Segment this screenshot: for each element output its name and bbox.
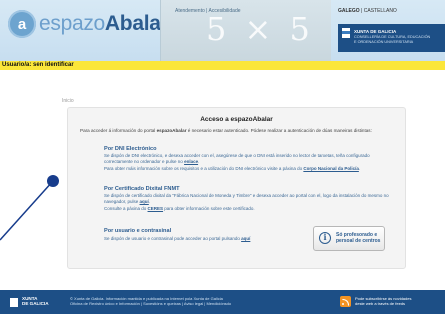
logo-light-text: espazo bbox=[39, 12, 105, 35]
fnmt-section-title: Por Certificado Dixital FNMT bbox=[104, 186, 180, 192]
footer-xunta-line2: DE GALICIA bbox=[22, 301, 49, 306]
language-switcher: GALEGO | CASTELLANO bbox=[338, 8, 397, 14]
fnmt-text-b: . bbox=[148, 199, 151, 204]
dni-text-a: Se dispón de DNI electrónico, e desexa a… bbox=[104, 153, 370, 164]
top-nav-links[interactable]: Atendemento | Accesibilidade bbox=[175, 8, 241, 14]
espazoabalar-logo[interactable]: a espazoAbalar bbox=[8, 10, 169, 38]
lang-galego[interactable]: GALEGO bbox=[338, 8, 360, 14]
ceres-link[interactable]: CERES bbox=[148, 206, 164, 211]
user-text-a: Se dispón de usuario e contrasinal pode … bbox=[104, 236, 242, 241]
user-status-bar: Usuario/a: sen identificar bbox=[0, 61, 445, 70]
dni-more-text: Para obter máis información sobre os req… bbox=[104, 166, 389, 172]
info-icon: i bbox=[319, 232, 331, 244]
login-panel: Acceso a espazoAbalar Para acceder á inf… bbox=[67, 107, 406, 269]
intro-portal-name: espazoAbalar bbox=[156, 128, 187, 133]
logo-bold-text: Abalar bbox=[104, 12, 169, 35]
policia-link[interactable]: Corpo Nacional da Policía bbox=[303, 166, 359, 171]
logo-badge-letter: a bbox=[17, 15, 27, 33]
fnmt-section-text: Se dispón de certificado dixital da "Fáb… bbox=[104, 193, 389, 205]
rss-line2: deste web a través de feeds bbox=[355, 301, 406, 306]
panel-title: Acceso a espazoAbalar bbox=[200, 116, 273, 123]
user-section-title: Por usuario e contrasinal bbox=[104, 228, 172, 234]
xunta-department-line2: E ORDENACIÓN UNIVERSITARIA bbox=[354, 40, 414, 44]
user-aqui-link[interactable]: aquí bbox=[241, 236, 250, 241]
dni-section-text: Se dispón de DNI electrónico, e desexa a… bbox=[104, 153, 389, 165]
user-status-label: Usuario/a: sen identificar bbox=[2, 62, 74, 68]
intro-text-a: Para acceder á información do portal bbox=[80, 128, 157, 133]
fnmt-aqui-link[interactable]: aquí bbox=[140, 199, 149, 204]
xunta-department: CONSELLERÍA DE CULTURA, EDUCACIÓN E ORDE… bbox=[354, 35, 430, 45]
site-footer: XUNTA DE GALICIA © Xunta de Galicia. Inf… bbox=[0, 290, 445, 314]
dni-enlace-link[interactable]: enlace bbox=[184, 159, 198, 164]
breadcrumb[interactable]: Inicio bbox=[62, 98, 74, 104]
footer-xunta-flag-icon bbox=[10, 298, 18, 307]
chalkboard-text: 5 × 5 = bbox=[206, 10, 314, 61]
rss-icon[interactable] bbox=[340, 296, 351, 307]
rss-subscribe-text[interactable]: Pode subscribirse ás novidades deste web… bbox=[355, 296, 411, 306]
staff-only-button[interactable]: i Só profesorado e persoal de centros bbox=[313, 226, 385, 251]
logo-badge-icon: a bbox=[8, 10, 36, 38]
fnmt-more-b: para obter información sobre este certif… bbox=[163, 206, 255, 211]
user-section-text: Se dispón de usuario e contrasinal pode … bbox=[104, 236, 304, 242]
dni-text-b: . bbox=[198, 159, 200, 164]
dni-more-a: Para obter máis información sobre os req… bbox=[104, 166, 304, 171]
footer-legal-links[interactable]: Oficina de Rexistro único e Información … bbox=[70, 301, 231, 306]
fnmt-more-a: Consulte a páxina do bbox=[104, 206, 148, 211]
footer-legal-text: © Xunta de Galicia. Información mantida … bbox=[70, 296, 231, 306]
staff-only-line2: persoal de centros bbox=[336, 238, 381, 244]
site-header: a espazoAbalar 5 × 5 = Atendemento | Acc… bbox=[0, 0, 445, 61]
xunta-flag-icon bbox=[342, 28, 350, 38]
dni-section-title: Por DNI Electrónico bbox=[104, 146, 157, 152]
footer-xunta-name[interactable]: XUNTA DE GALICIA bbox=[22, 296, 49, 306]
staff-only-label: Só profesorado e persoal de centros bbox=[336, 232, 380, 244]
intro-text-b: é necesario estar autenticado. Pódese re… bbox=[186, 128, 372, 133]
logo-wordmark: espazoAbalar bbox=[39, 12, 169, 36]
fnmt-more-text: Consulte a páxina do CERES para obter in… bbox=[104, 206, 389, 212]
xunta-name: XUNTA DE GALICIA bbox=[354, 29, 397, 34]
panel-intro: Para acceder á información do portal esp… bbox=[80, 128, 390, 134]
dni-more-b: . bbox=[358, 166, 361, 171]
lang-castellano[interactable]: CASTELLANO bbox=[364, 8, 397, 14]
main-content: Inicio Acceso a espazoAbalar Para accede… bbox=[0, 70, 445, 290]
xunta-conselleria-banner[interactable]: XUNTA DE GALICIA CONSELLERÍA DE CULTURA,… bbox=[338, 24, 445, 52]
